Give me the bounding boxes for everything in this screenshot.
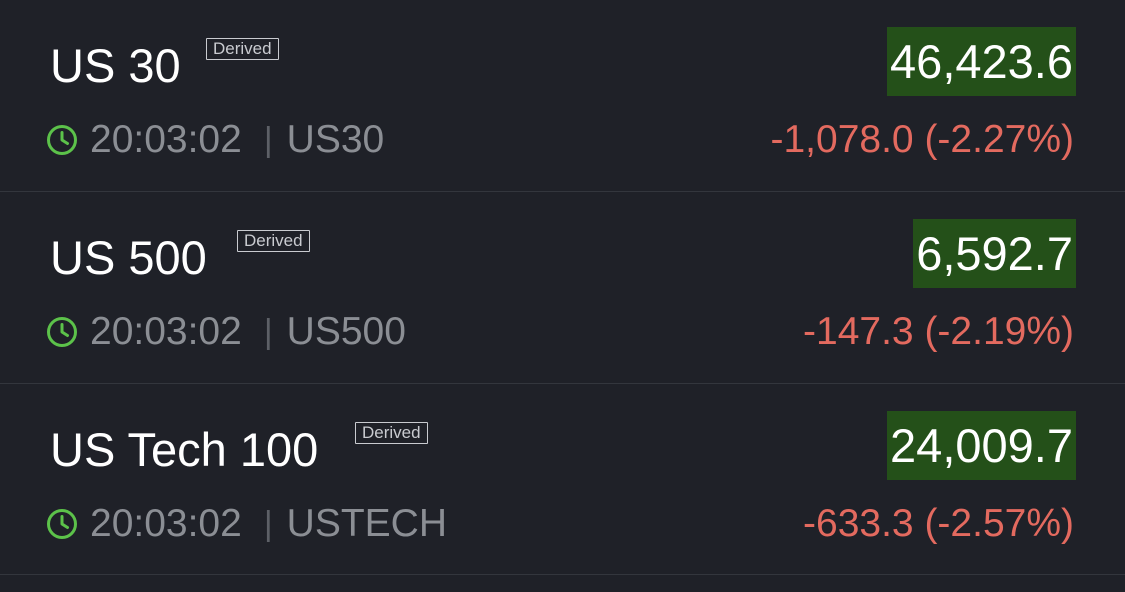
instrument-name: US Tech 100: [50, 423, 319, 476]
price-change: -633.3 (-2.57%): [803, 502, 1074, 545]
clock-icon: [47, 509, 77, 539]
price-value: 24,009.7: [887, 411, 1076, 480]
separator: |: [263, 120, 273, 159]
price-change: -147.3 (-2.19%): [803, 310, 1074, 353]
price-value: 46,423.6: [887, 27, 1076, 96]
instrument-name: US 500: [50, 231, 207, 284]
quote-time: 20:03:02: [90, 502, 242, 545]
clock-icon: [47, 317, 77, 347]
instrument-meta: 20:03:02 | US30: [46, 117, 384, 163]
instrument-symbol: USTECH: [286, 502, 447, 545]
instrument-row-us500[interactable]: US 500 Derived 6,592.7 20:03:02 | US500 …: [0, 192, 1125, 384]
separator: |: [263, 312, 273, 351]
derived-badge: Derived: [237, 230, 310, 252]
instrument-meta: 20:03:02 | US500: [46, 309, 406, 355]
instrument-row-us30[interactable]: US 30 Derived 46,423.6 20:03:02 | US30 -…: [0, 0, 1125, 192]
instrument-symbol: US500: [286, 310, 406, 353]
instrument-name: US 30: [50, 39, 181, 92]
clock-icon: [47, 125, 77, 155]
quote-time: 20:03:02: [90, 310, 242, 353]
quote-time: 20:03:02: [90, 118, 242, 161]
separator: |: [263, 504, 273, 543]
derived-badge: Derived: [206, 38, 279, 60]
price-value: 6,592.7: [913, 219, 1076, 288]
derived-badge: Derived: [355, 422, 428, 444]
price-change: -1,078.0 (-2.27%): [770, 118, 1075, 161]
instrument-list: US 30 Derived 46,423.6 20:03:02 | US30 -…: [0, 0, 1125, 592]
instrument-symbol: US30: [286, 118, 385, 161]
instrument-meta: 20:03:02 | USTECH: [46, 501, 447, 547]
instrument-row-ustech[interactable]: US Tech 100 Derived 24,009.7 20:03:02 | …: [0, 384, 1125, 575]
